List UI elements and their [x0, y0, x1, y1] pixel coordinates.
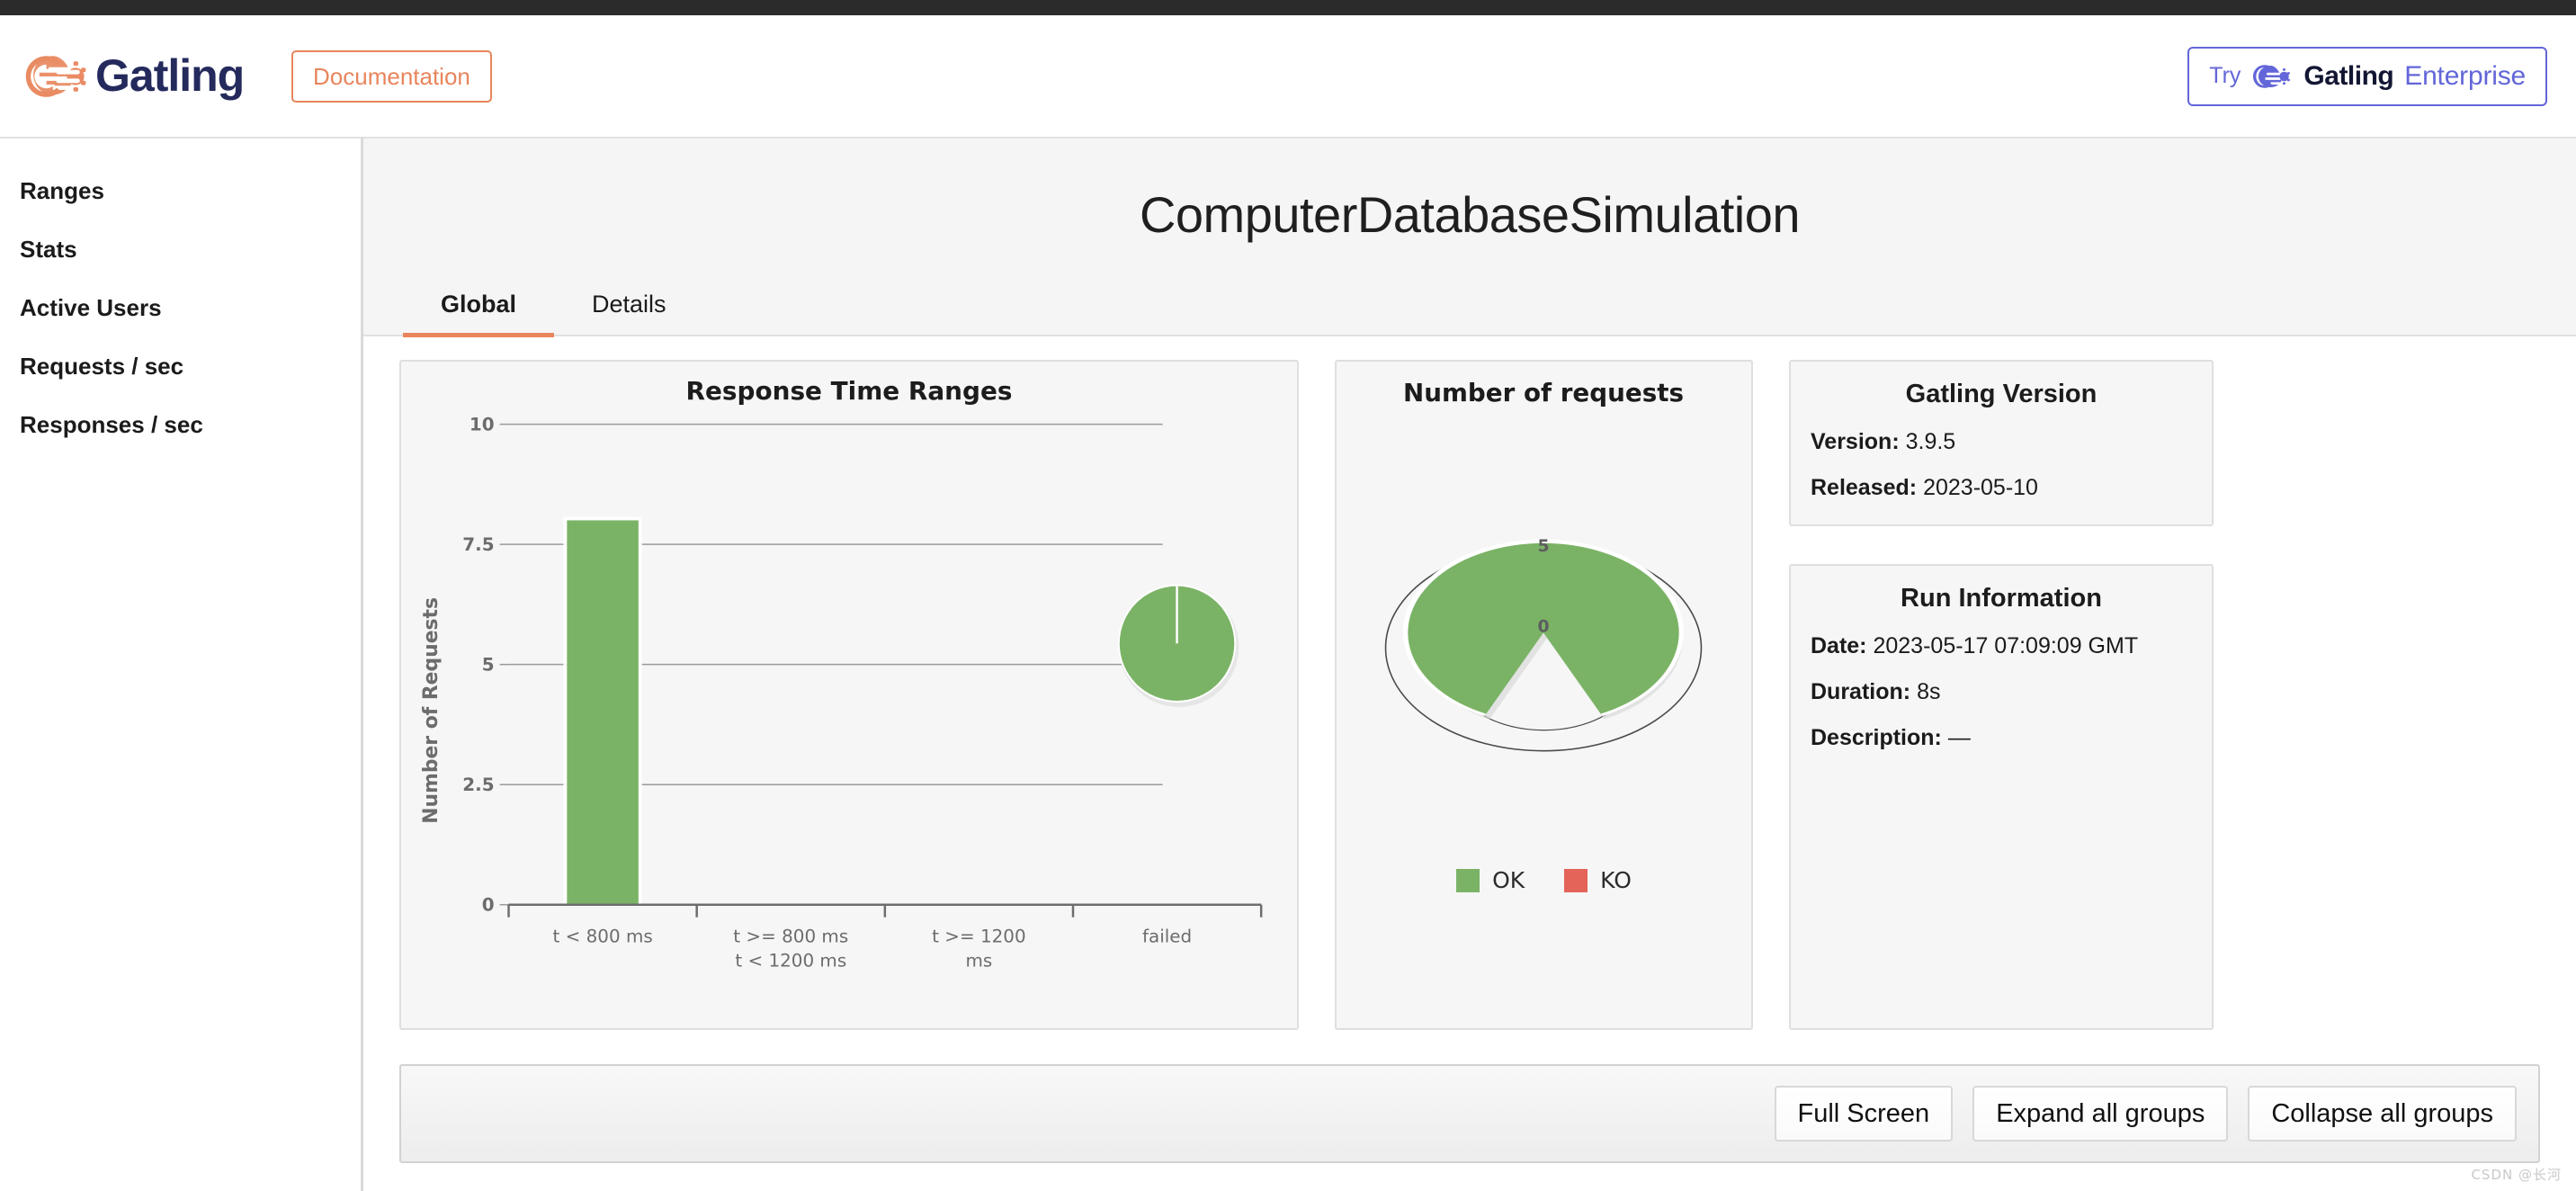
- svg-text:t < 1200 ms: t < 1200 ms: [735, 950, 846, 971]
- number-of-requests-legend: OK KO: [1337, 867, 1751, 893]
- svg-text:failed: failed: [1142, 927, 1192, 947]
- info-column: Gatling Version Version: 3.9.5 Released:…: [1789, 360, 2214, 1030]
- svg-text:5: 5: [1537, 536, 1549, 556]
- tab-details[interactable]: Details: [554, 285, 704, 337]
- legend-label-ok: OK: [1492, 867, 1525, 893]
- ok-color-swatch: [1456, 868, 1480, 892]
- svg-text:2.5: 2.5: [462, 775, 494, 795]
- browser-chrome-strip: [0, 0, 2576, 15]
- watermark: CSDN @长河: [2471, 1167, 2562, 1183]
- version-label: Version:: [1811, 429, 1900, 454]
- app-header: Gatling Documentation Try Gatling Enterp…: [0, 15, 2576, 137]
- full-screen-button[interactable]: Full Screen: [1774, 1085, 1954, 1142]
- run-date-label: Date:: [1811, 633, 1867, 658]
- run-duration-value: 8s: [1917, 679, 1941, 704]
- run-date-row: Date: 2023-05-17 07:09:09 GMT: [1791, 633, 2212, 659]
- svg-text:t >= 800 ms: t >= 800 ms: [733, 927, 848, 947]
- gatling-version-panel: Gatling Version Version: 3.9.5 Released:…: [1789, 360, 2214, 526]
- sidebar-item-requests-per-sec[interactable]: Requests / sec: [20, 337, 361, 396]
- legend-label-ko: KO: [1600, 867, 1632, 893]
- gatling-logo[interactable]: Gatling: [22, 50, 255, 103]
- svg-text:t >= 1200: t >= 1200: [932, 927, 1025, 947]
- released-label: Released:: [1811, 475, 1918, 500]
- svg-text:5: 5: [482, 655, 495, 676]
- global-tab-content: Response Time Ranges 0 2.5 5 7.5 10 Number o…: [363, 336, 2576, 1191]
- sidebar-item-ranges[interactable]: Ranges: [20, 162, 361, 220]
- run-description-row: Description: —: [1791, 725, 2212, 751]
- try-gatling-enterprise-button[interactable]: Try Gatling Enterprise: [2187, 46, 2547, 106]
- legend-item-ko[interactable]: KO: [1564, 867, 1632, 893]
- run-duration-label: Duration:: [1811, 679, 1911, 704]
- documentation-button[interactable]: Documentation: [291, 49, 492, 103]
- tab-global[interactable]: Global: [403, 285, 555, 337]
- released-value: 2023-05-10: [1923, 475, 2038, 500]
- sidebar-item-active-users[interactable]: Active Users: [20, 279, 361, 337]
- dashboard-row: Response Time Ranges 0 2.5 5 7.5 10 Number o…: [399, 360, 2540, 1030]
- enterprise-product-label: Enterprise: [2404, 60, 2526, 91]
- svg-text:10: 10: [470, 415, 495, 435]
- run-description-label: Description:: [1811, 725, 1942, 750]
- expand-all-groups-button[interactable]: Expand all groups: [1972, 1085, 2229, 1142]
- number-of-requests-panel: Number of requests 5 0 OK KO: [1335, 360, 1753, 1030]
- run-information-panel: Run Information Date: 2023-05-17 07:09:0…: [1789, 564, 2214, 1030]
- svg-text:ms: ms: [966, 950, 993, 971]
- gatling-version-title: Gatling Version: [1905, 380, 2097, 408]
- version-value: 3.9.5: [1905, 429, 1956, 454]
- svg-text:t < 800 ms: t < 800 ms: [552, 927, 652, 947]
- response-time-ranges-pie-inset: [1117, 584, 1239, 707]
- run-date-value: 2023-05-17 07:09:09 GMT: [1873, 633, 2139, 658]
- ko-color-swatch: [1564, 868, 1588, 892]
- sidebar-item-stats[interactable]: Stats: [20, 220, 361, 279]
- page-title: ComputerDatabaseSimulation: [1139, 186, 1801, 243]
- tab-bar: Global Details: [363, 285, 2576, 337]
- svg-text:Number of requests: Number of requests: [1403, 378, 1684, 407]
- version-row: Version: 3.9.5: [1791, 429, 2212, 455]
- run-information-title: Run Information: [1901, 584, 2102, 613]
- enterprise-brand-label: Gatling: [2303, 60, 2394, 91]
- svg-text:7.5: 7.5: [462, 534, 494, 555]
- svg-text:Response Time Ranges: Response Time Ranges: [686, 376, 1013, 406]
- svg-text:Number of Requests: Number of Requests: [420, 597, 443, 824]
- svg-text:0: 0: [1537, 616, 1549, 636]
- sidebar: Ranges Stats Active Users Requests / sec…: [0, 137, 363, 1191]
- svg-text:0: 0: [482, 895, 495, 916]
- response-time-ranges-panel: Response Time Ranges 0 2.5 5 7.5 10 Number o…: [399, 360, 1299, 1030]
- legend-item-ok[interactable]: OK: [1456, 867, 1525, 893]
- collapse-all-groups-button[interactable]: Collapse all groups: [2248, 1085, 2517, 1142]
- run-description-value: —: [1947, 725, 1971, 750]
- number-of-requests-chart[interactable]: Number of requests 5 0: [1337, 362, 1751, 1028]
- released-row: Released: 2023-05-10: [1791, 475, 2212, 501]
- response-time-ranges-chart[interactable]: Response Time Ranges 0 2.5 5 7.5 10 Number o…: [401, 362, 1297, 1028]
- gatling-logo-icon: [25, 55, 86, 97]
- enterprise-try-label: Try: [2209, 63, 2241, 88]
- main-content: ComputerDatabaseSimulation Global Detail…: [363, 137, 2576, 1191]
- gatling-enterprise-logo-icon: [2253, 64, 2291, 88]
- groups-toolbar: Full Screen Expand all groups Collapse a…: [399, 1064, 2540, 1163]
- sidebar-item-responses-per-sec[interactable]: Responses / sec: [20, 396, 361, 454]
- run-duration-row: Duration: 8s: [1791, 679, 2212, 705]
- svg-text:Gatling: Gatling: [95, 51, 244, 101]
- gatling-wordmark: Gatling: [95, 51, 245, 101]
